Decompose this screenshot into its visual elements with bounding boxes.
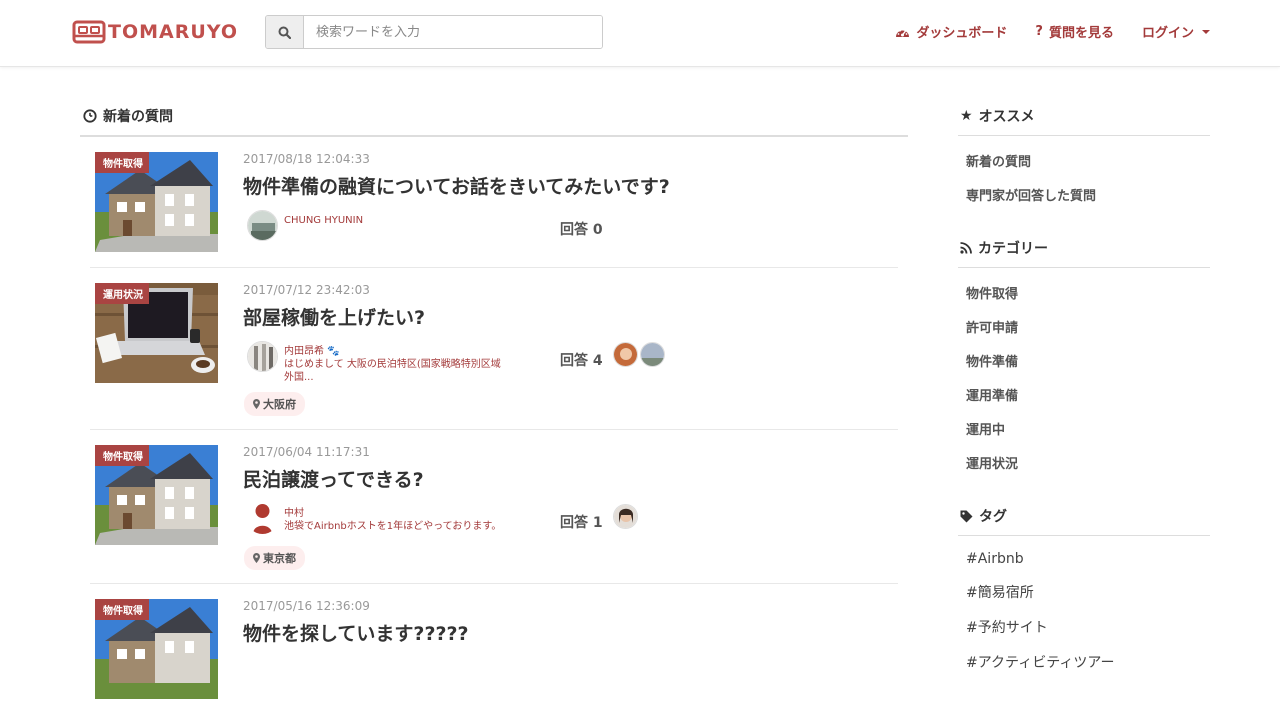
bed-logo-icon — [72, 20, 106, 44]
clock-icon — [83, 109, 97, 123]
category-badge: 物件取得 — [95, 599, 149, 620]
search-icon — [278, 26, 291, 39]
question-thumbnail[interactable]: 物件取得 — [95, 445, 218, 545]
main-content: 新着の質問 物件取得 2017/08/18 12:04:33 物件準備の融資につ… — [80, 100, 908, 704]
navbar: TOMARUYO ダッシュボード ? 質問を見る ログイン — [0, 0, 1280, 67]
location-tag[interactable]: 東京都 — [244, 546, 305, 570]
sidebar-item-tag[interactable]: #アクティビティツアー — [958, 645, 1210, 680]
page-title: 新着の質問 — [103, 109, 173, 125]
category-badge: 物件取得 — [95, 445, 149, 466]
answer-count: 回答 1 — [560, 515, 603, 531]
question-item[interactable]: 物件取得 2017/05/16 12:36:09 物件を探しています????? — [90, 584, 898, 704]
sidebar-item-tag[interactable]: #Airbnb — [958, 544, 1210, 575]
default-user-icon — [253, 504, 272, 534]
search-input[interactable] — [304, 16, 602, 48]
sidebar: ★ オススメ 新着の質問 専門家が回答した質問 カテゴリー 物件取得 許可申請 … — [958, 100, 1210, 700]
author-bio: はじめまして 大阪の民泊特区(国家戦略特別区域外国... — [284, 359, 501, 383]
author-name[interactable]: 中村 — [284, 507, 509, 520]
sidebar-item-category[interactable]: 運用中 — [958, 412, 1210, 446]
sidebar-item-category[interactable]: 運用準備 — [958, 378, 1210, 412]
dashboard-icon — [896, 29, 910, 37]
avatar — [247, 341, 278, 372]
question-title[interactable]: 民泊譲渡ってできる? — [243, 465, 424, 492]
rss-icon — [960, 242, 972, 254]
question-date: 2017/08/18 12:04:33 — [243, 152, 370, 166]
sidebar-item-expert-answered[interactable]: 専門家が回答した質問 — [958, 178, 1210, 212]
avatar[interactable] — [613, 504, 638, 529]
question-author[interactable]: 中村 池袋でAirbnbホストを1年ほどやっております。 — [247, 503, 509, 534]
question-date: 2017/06/04 11:17:31 — [243, 445, 370, 459]
avatar[interactable] — [613, 342, 638, 367]
caret-down-icon — [1202, 29, 1210, 34]
brand-name: TOMARUYO — [108, 21, 239, 43]
nav-dashboard-link[interactable]: ダッシュボード — [895, 22, 1007, 41]
location-label: 東京都 — [263, 552, 296, 565]
location-tag[interactable]: 大阪府 — [244, 392, 305, 416]
sidebar-item-tag[interactable]: #予約サイト — [958, 610, 1210, 645]
sidebar-item-category[interactable]: 運用状況 — [958, 446, 1210, 480]
search-button[interactable] — [266, 16, 304, 48]
nav-login-dropdown[interactable]: ログイン — [1142, 22, 1210, 41]
section-heading: 新着の質問 — [80, 100, 908, 137]
star-icon: ★ — [960, 108, 973, 124]
tag-icon — [960, 510, 973, 522]
sidebar-item-category[interactable]: 許可申請 — [958, 310, 1210, 344]
tag-list: #Airbnb #簡易宿所 #予約サイト #アクティビティツアー — [958, 536, 1210, 700]
sidebar-item-category[interactable]: 物件取得 — [958, 276, 1210, 310]
question-item[interactable]: 物件取得 2017/06/04 11:17:31 民泊譲渡ってできる? 中村 池… — [90, 430, 898, 584]
nav-questions-link[interactable]: ? 質問を見る — [1035, 22, 1114, 41]
answer-count: 回答 4 — [560, 353, 603, 369]
author-name[interactable]: 内田昂希 🐾 — [284, 345, 509, 358]
question-title[interactable]: 物件準備の融資についてお話をきいてみたいです? — [243, 172, 670, 199]
sidebar-item-tag[interactable]: #簡易宿所 — [958, 575, 1210, 610]
category-badge: 運用状況 — [95, 283, 149, 304]
paw-icon: 🐾 — [327, 346, 340, 357]
nav-questions-label: 質問を見る — [1048, 26, 1114, 41]
sidebar-heading-recommend: ★ オススメ — [958, 100, 1210, 136]
question-title[interactable]: 部屋稼働を上げたい? — [243, 303, 425, 330]
map-marker-icon — [253, 553, 260, 563]
category-badge: 物件取得 — [95, 152, 149, 173]
sidebar-heading-tags: タグ — [958, 500, 1210, 536]
avatar[interactable] — [640, 342, 665, 367]
question-author[interactable]: CHUNG HYUNIN — [247, 210, 363, 241]
question-item[interactable]: 物件取得 2017/08/18 12:04:33 物件準備の融資についてお話をき… — [90, 137, 898, 268]
brand-logo[interactable]: TOMARUYO — [72, 19, 238, 45]
question-thumbnail[interactable]: 運用状況 — [95, 283, 218, 383]
question-date: 2017/05/16 12:36:09 — [243, 599, 370, 613]
question-icon: ? — [1035, 24, 1043, 39]
search-box — [265, 15, 603, 49]
answerer-avatars — [613, 504, 638, 529]
question-title[interactable]: 物件を探しています????? — [243, 619, 469, 646]
author-info: 中村 池袋でAirbnbホストを1年ほどやっております。 — [284, 503, 509, 534]
avatar — [247, 503, 278, 534]
question-thumbnail[interactable]: 物件取得 — [95, 599, 218, 699]
author-name[interactable]: CHUNG HYUNIN — [284, 214, 363, 227]
map-marker-icon — [253, 399, 260, 409]
sidebar-item-new-questions[interactable]: 新着の質問 — [958, 144, 1210, 178]
question-item[interactable]: 運用状況 2017/07/12 23:42:03 部屋稼働を上げたい? 内田昂希… — [90, 268, 898, 430]
author-info: CHUNG HYUNIN — [284, 210, 363, 241]
sidebar-heading-categories: カテゴリー — [958, 232, 1210, 268]
nav-menu: ダッシュボード ? 質問を見る ログイン — [895, 22, 1210, 41]
question-author[interactable]: 内田昂希 🐾 はじめまして 大阪の民泊特区(国家戦略特別区域外国... — [247, 341, 509, 384]
nav-login-label: ログイン — [1141, 26, 1194, 41]
answerer-avatars — [613, 342, 665, 367]
author-info: 内田昂希 🐾 はじめまして 大阪の民泊特区(国家戦略特別区域外国... — [284, 341, 509, 384]
sidebar-item-category[interactable]: 物件準備 — [958, 344, 1210, 378]
category-list: 物件取得 許可申請 物件準備 運用準備 運用中 運用状況 — [958, 268, 1210, 500]
author-bio: 池袋でAirbnbホストを1年ほどやっております。 — [284, 521, 502, 532]
avatar — [247, 210, 278, 241]
recommend-list: 新着の質問 専門家が回答した質問 — [958, 136, 1210, 232]
location-label: 大阪府 — [263, 398, 296, 411]
answer-count: 回答 0 — [560, 222, 603, 238]
nav-dashboard-label: ダッシュボード — [916, 26, 1008, 41]
question-thumbnail[interactable]: 物件取得 — [95, 152, 218, 252]
question-date: 2017/07/12 23:42:03 — [243, 283, 370, 297]
